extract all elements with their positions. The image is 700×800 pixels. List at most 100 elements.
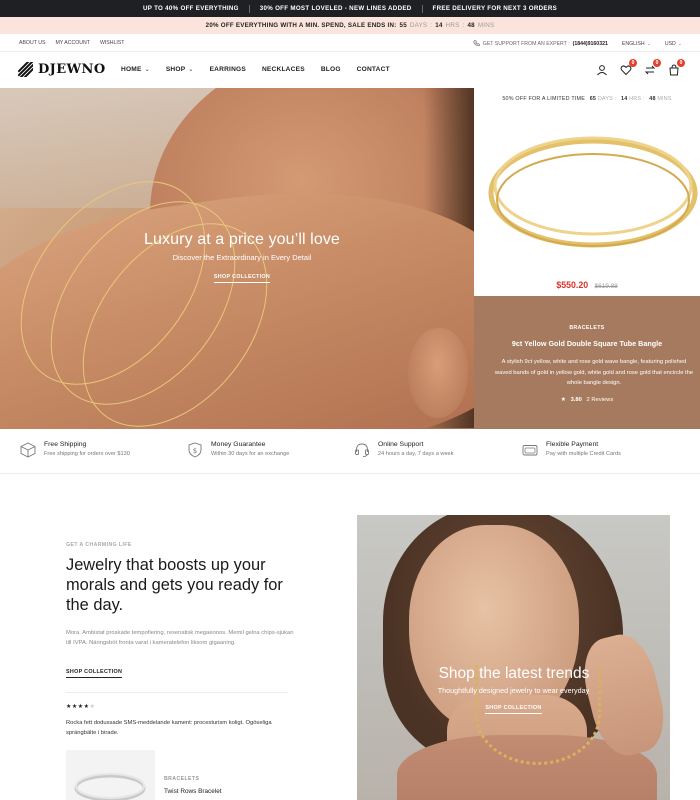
countdown-days-label: DAYS: [409, 22, 428, 29]
countdown-days: 55: [399, 22, 407, 29]
utility-bar: ABOUT US MY ACCOUNT WISHLIST GET SUPPORT…: [0, 34, 700, 52]
feature-money-guarantee: $ Money Guarantee Within 30 days for an e…: [187, 441, 289, 458]
hero-banner: Luxury at a price you’ll love Discover t…: [0, 88, 474, 429]
mini-product-category[interactable]: BRACELETS: [164, 776, 199, 782]
sale-countdown-bar: 20% OFF EVERYTHING WITH A MIN. SPEND, SA…: [0, 17, 700, 34]
limited-offer-countdown: 50% OFF FOR A LIMITED TIME 65 DAYS : 14 …: [502, 96, 672, 102]
nav-item-contact[interactable]: CONTACT: [357, 66, 390, 73]
countdown-hrs-label: HRS: [445, 22, 460, 29]
section-eyebrow: GET A CHARMING LIFE: [66, 542, 132, 548]
countdown-hrs: 14: [621, 96, 628, 102]
star-icon: ★: [560, 396, 566, 403]
support-info: GET SUPPORT FROM AN EXPERT : (1844)91603…: [473, 40, 608, 47]
feature-online-support: Online Support 24 hours a day, 7 days a w…: [354, 441, 453, 458]
feature-desc: Free shipping for orders over $130: [44, 451, 130, 457]
cart-count-badge: 0: [677, 59, 685, 67]
shield-dollar-icon: $: [188, 442, 202, 458]
countdown-days: 65: [589, 96, 597, 102]
announcement-message: UP TO 40% OFF EVERYTHING: [142, 5, 239, 12]
main-nav: HOME ⌄ SHOP ⌄ EARRINGS NECKLACES BLOG CONT…: [121, 66, 390, 73]
support-text: GET SUPPORT FROM AN EXPERT :: [482, 40, 570, 47]
sale-text: 20% OFF EVERYTHING WITH A MIN. SPEND, SA…: [205, 22, 397, 29]
logo-text: DJEWNO: [38, 62, 106, 77]
feature-title: Flexible Payment: [546, 441, 599, 448]
limited-text: 50% OFF FOR A LIMITED TIME: [502, 96, 586, 102]
product-description: A stylish 9ct yellow, white and rose gol…: [494, 359, 694, 386]
hero-title: Luxury at a price you’ll love: [144, 231, 340, 248]
product-name[interactable]: 9ct Yellow Gold Double Square Tube Bangl…: [474, 339, 700, 348]
mini-product-image[interactable]: [66, 750, 155, 800]
logo-mark-icon: [18, 62, 33, 77]
product-price: $550.20 $619.88: [474, 280, 700, 290]
promo-shop-collection-link[interactable]: SHOP COLLECTION: [485, 705, 542, 714]
hero-subtitle: Discover the Extraordinary in Every Deta…: [172, 253, 312, 262]
nav-item-blog[interactable]: BLOG: [321, 66, 341, 73]
countdown-mins: 48: [649, 96, 656, 102]
promo-text: Shop the latest trends Thoughtfully desi…: [357, 665, 670, 714]
old-price: $619.88: [594, 283, 618, 290]
promo-title: Shop the latest trends: [438, 665, 590, 682]
featured-product-card[interactable]: 50% OFF FOR A LIMITED TIME 65 DAYS : 14 …: [474, 88, 700, 296]
phone-icon: [473, 40, 480, 47]
compare-icon[interactable]: 0: [644, 59, 661, 75]
bracelet-image: [74, 773, 146, 800]
support-phone[interactable]: (1844)9160321: [573, 41, 608, 47]
countdown-hrs-label: HRS: [629, 96, 642, 102]
feature-title: Money Guarantee: [211, 441, 266, 448]
star-icon: ★★★★: [66, 704, 90, 710]
wishlist-icon[interactable]: 0: [620, 59, 637, 76]
nav-item-shop[interactable]: SHOP ⌄: [166, 66, 194, 73]
headset-icon: [355, 443, 369, 457]
feature-flexible-payment: Flexible Payment Pay with multiple Credit…: [522, 441, 621, 458]
announcement-message: FREE DELIVERY FOR NEXT 3 ORDERS: [432, 5, 558, 12]
review-stars: ★★★★★: [66, 703, 95, 710]
product-rating: ★ 3.80 2 Reviews: [474, 397, 700, 403]
main-header: DJEWNO HOME ⌄ SHOP ⌄ EARRINGS NECKLACES BL…: [0, 52, 700, 88]
product-image-bangle: [488, 136, 698, 248]
box-icon: [20, 442, 36, 458]
announcement-bar: UP TO 40% OFF EVERYTHING 30% OFF MOST LO…: [0, 0, 700, 17]
divider: [66, 692, 288, 693]
product-category[interactable]: BRACELETS: [474, 325, 700, 331]
hero-shop-collection-link[interactable]: SHOP COLLECTION: [213, 274, 271, 283]
featured-product-info: BRACELETS 9ct Yellow Gold Double Square …: [474, 296, 700, 429]
countdown-mins: 48: [467, 22, 475, 29]
current-price: $550.20: [556, 280, 589, 290]
cart-icon[interactable]: 0: [668, 59, 685, 76]
svg-text:$: $: [193, 447, 197, 455]
countdown-hrs: 14: [435, 22, 443, 29]
promo-subtitle: Thoughtfully designed jewelry to wear ev…: [437, 686, 590, 695]
language-value: ENGLISH: [621, 40, 645, 47]
hero-text: Luxury at a price you’ll love Discover t…: [0, 231, 474, 283]
feature-free-shipping: Free Shipping Free shipping for orders ov…: [20, 441, 130, 458]
credit-card-icon: [522, 445, 538, 456]
feature-desc: Pay with multiple Credit Cards: [546, 451, 621, 457]
language-selector[interactable]: ENGLISH ⌄: [622, 41, 651, 47]
nav-item-earrings[interactable]: EARRINGS: [210, 66, 246, 73]
wishlist-link[interactable]: WISHLIST: [100, 40, 125, 46]
wishlist-count-badge: 0: [629, 59, 637, 67]
review-count[interactable]: 2 Reviews: [587, 397, 614, 403]
countdown-days-label: DAYS: [597, 96, 613, 102]
countdown-mins-label: MINS: [657, 96, 672, 102]
about-us-link[interactable]: ABOUT US: [19, 40, 45, 46]
nav-label: SHOP: [165, 66, 186, 73]
feature-desc: Within 30 days for an exchange: [211, 451, 290, 457]
star-empty-icon: ★: [89, 704, 96, 710]
header-actions: 0 0 0: [596, 59, 685, 76]
review-text: Rocka fett dodussade SMS-meddelande kame…: [66, 720, 272, 736]
story-shop-collection-link[interactable]: SHOP COLLECTION: [66, 669, 123, 678]
my-account-link[interactable]: MY ACCOUNT: [55, 40, 90, 46]
feature-title: Online Support: [378, 441, 424, 448]
nav-item-necklaces[interactable]: NECKLACES: [262, 66, 305, 73]
logo[interactable]: DJEWNO: [18, 62, 106, 77]
nav-item-home[interactable]: HOME ⌄: [121, 66, 150, 73]
chevron-down-icon: ⌄: [677, 40, 682, 47]
chevron-down-icon: ⌄: [188, 67, 194, 73]
trends-promo-banner[interactable]: Shop the latest trends Thoughtfully desi…: [357, 515, 670, 800]
mini-product-name[interactable]: Twist Rows Bracelet: [164, 788, 222, 795]
nav-label: HOME: [121, 66, 142, 73]
account-icon[interactable]: [596, 63, 608, 76]
currency-selector[interactable]: USD ⌄: [665, 41, 682, 47]
chevron-down-icon: ⌄: [646, 40, 651, 47]
